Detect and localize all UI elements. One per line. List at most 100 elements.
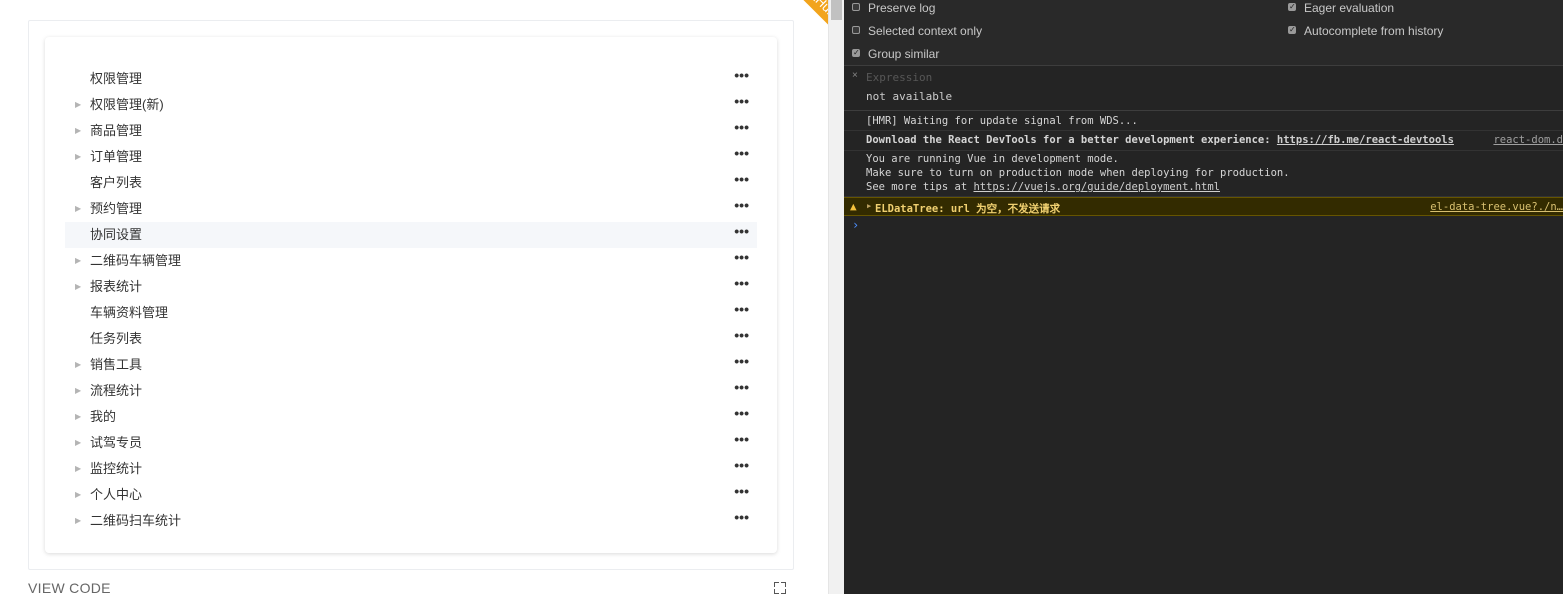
tree-node-label[interactable]: 销售工具	[90, 352, 142, 378]
scrollbar-thumb[interactable]	[831, 0, 842, 20]
more-actions-icon[interactable]: •••	[734, 218, 749, 244]
tree-node-label[interactable]: 订单管理	[90, 144, 142, 170]
tree-node-label[interactable]: 报表统计	[90, 274, 142, 300]
message-text: [HMR] Waiting for update signal from WDS…	[866, 115, 1138, 127]
tree-node[interactable]: ▶ 二维码车辆管理 •••	[65, 248, 757, 274]
more-actions-icon[interactable]: •••	[734, 504, 749, 530]
tree-node[interactable]: 任务列表 •••	[65, 326, 757, 352]
tree-node-label[interactable]: 我的	[90, 404, 116, 430]
checkbox-icon[interactable]	[852, 3, 860, 11]
expand-arrow-icon[interactable]: ▶	[75, 118, 85, 144]
preserve-log-label: Preserve log	[868, 1, 936, 15]
checkbox-icon[interactable]	[852, 26, 860, 34]
fullscreen-icon[interactable]	[774, 582, 786, 594]
react-devtools-link[interactable]: https://fb.me/react-devtools	[1277, 134, 1454, 146]
expand-arrow-icon[interactable]: ▶	[75, 430, 85, 456]
more-actions-icon[interactable]: •••	[734, 348, 749, 374]
tree-node[interactable]: ▶ 监控统计 •••	[65, 456, 757, 482]
tree-node[interactable]: ▶ 二维码扫车统计 •••	[65, 508, 757, 534]
expand-arrow-icon[interactable]: ▶	[75, 482, 85, 508]
vue-deployment-link[interactable]: https://vuejs.org/guide/deployment.html	[973, 181, 1220, 193]
tree-node-label[interactable]: 监控统计	[90, 456, 142, 482]
tree-node-label[interactable]: 二维码扫车统计	[90, 508, 181, 534]
message-text-part: Download the React DevTools for a better…	[866, 134, 1277, 146]
more-actions-icon[interactable]: •••	[734, 270, 749, 296]
expand-arrow-icon[interactable]: ▶	[75, 508, 85, 534]
more-actions-icon[interactable]: •••	[734, 478, 749, 504]
expand-arrow-icon[interactable]: ▶	[75, 456, 85, 482]
tree-node-label[interactable]: 任务列表	[90, 326, 142, 352]
tree-node-label[interactable]: 商品管理	[90, 118, 142, 144]
expand-arrow-icon[interactable]: ▶	[75, 92, 85, 118]
more-actions-icon[interactable]: •••	[734, 296, 749, 322]
tree-node[interactable]: 协同设置 •••	[65, 222, 757, 248]
tree-node[interactable]: ▶ 流程统计 •••	[65, 378, 757, 404]
expand-arrow-icon[interactable]: ▶	[75, 248, 85, 274]
tree-node-label[interactable]: 预约管理	[90, 196, 142, 222]
close-icon[interactable]: ×	[852, 70, 858, 81]
console-settings: Preserve log Selected context only Group…	[844, 0, 1563, 66]
message-source-link[interactable]: el-data-tree.vue?./n…	[1430, 201, 1563, 213]
expand-arrow-icon[interactable]: ▶	[75, 404, 85, 430]
tree-node[interactable]: ▶ 报表统计 •••	[65, 274, 757, 300]
message-text: See more tips at https://vuejs.org/guide…	[866, 181, 1220, 193]
tree-node-label[interactable]: 个人中心	[90, 482, 142, 508]
expand-triangle-icon[interactable]: ▶	[867, 202, 871, 210]
message-source-link[interactable]: react-dom.d	[1493, 134, 1563, 146]
tree-node[interactable]: 客户列表 •••	[65, 170, 757, 196]
scrollbar[interactable]	[828, 0, 844, 594]
tree-node[interactable]: ▶ 我的 •••	[65, 404, 757, 430]
expand-arrow-icon[interactable]: ▶	[75, 352, 85, 378]
more-actions-icon[interactable]: •••	[734, 62, 749, 88]
tree-node-label[interactable]: 权限管理(新)	[90, 92, 164, 118]
expand-arrow-icon[interactable]: ▶	[75, 274, 85, 300]
demo-pane: GitHub 权限管理 ••• ▶ 权限管理(新) ••• ▶ 商品管理 ••• ▶ 订单管理 ••…	[0, 0, 828, 594]
more-actions-icon[interactable]: •••	[734, 192, 749, 218]
tree-node-label[interactable]: 权限管理	[90, 66, 142, 92]
tree-node-label[interactable]: 协同设置	[90, 222, 142, 248]
tree-node[interactable]: ▶ 预约管理 •••	[65, 196, 757, 222]
more-actions-icon[interactable]: •••	[734, 114, 749, 140]
tree-node[interactable]: ▶ 权限管理(新) •••	[65, 92, 757, 118]
tree-node[interactable]: 权限管理 •••	[65, 66, 757, 92]
expression-input[interactable]: Expression	[866, 71, 932, 84]
data-tree: 权限管理 ••• ▶ 权限管理(新) ••• ▶ 商品管理 ••• ▶ 订单管理 ••• 客户列表 ••…	[65, 66, 757, 534]
console-message: You are running Vue in development mode.…	[844, 151, 1563, 197]
message-text: ELDataTree: url 为空，不发送请求	[875, 203, 1061, 215]
message-text-part: See more tips at	[866, 181, 974, 193]
more-actions-icon[interactable]: •••	[734, 400, 749, 426]
tree-node[interactable]: ▶ 试驾专员 •••	[65, 430, 757, 456]
console-message: [HMR] Waiting for update signal from WDS…	[844, 112, 1563, 131]
expand-arrow-icon[interactable]: ▶	[75, 144, 85, 170]
tree-node-label[interactable]: 客户列表	[90, 170, 142, 196]
console-message: Download the React DevTools for a better…	[844, 131, 1563, 151]
tree-node-label[interactable]: 二维码车辆管理	[90, 248, 181, 274]
checkbox-icon[interactable]	[1288, 0, 1296, 15]
more-actions-icon[interactable]: •••	[734, 140, 749, 166]
tree-node[interactable]: ▶ 个人中心 •••	[65, 482, 757, 508]
tree-node[interactable]: ▶ 订单管理 •••	[65, 144, 757, 170]
more-actions-icon[interactable]: •••	[734, 322, 749, 348]
more-actions-icon[interactable]: •••	[734, 166, 749, 192]
selected-context-only-label: Selected context only	[868, 24, 983, 38]
more-actions-icon[interactable]: •••	[734, 374, 749, 400]
tree-node[interactable]: ▶ 商品管理 •••	[65, 118, 757, 144]
tree-node-label[interactable]: 车辆资料管理	[90, 300, 168, 326]
more-actions-icon[interactable]: •••	[734, 244, 749, 270]
tree-node-label[interactable]: 流程统计	[90, 378, 142, 404]
checkbox-icon[interactable]	[1288, 22, 1296, 38]
group-similar-label: Group similar	[868, 47, 940, 61]
checkbox-icon[interactable]	[852, 45, 860, 61]
expand-arrow-icon[interactable]: ▶	[75, 196, 85, 222]
expression-result: not available	[866, 90, 953, 103]
console-warning: ▲ ▶ ELDataTree: url 为空，不发送请求 el-data-tre…	[844, 197, 1563, 216]
tree-node[interactable]: ▶ 销售工具 •••	[65, 352, 757, 378]
view-code-button[interactable]: VIEW CODE	[28, 580, 111, 594]
more-actions-icon[interactable]: •••	[734, 88, 749, 114]
more-actions-icon[interactable]: •••	[734, 426, 749, 452]
tree-node-label[interactable]: 试驾专员	[90, 430, 142, 456]
console-prompt[interactable]: ›	[852, 218, 859, 232]
more-actions-icon[interactable]: •••	[734, 452, 749, 478]
expand-arrow-icon[interactable]: ▶	[75, 378, 85, 404]
tree-node[interactable]: 车辆资料管理 •••	[65, 300, 757, 326]
